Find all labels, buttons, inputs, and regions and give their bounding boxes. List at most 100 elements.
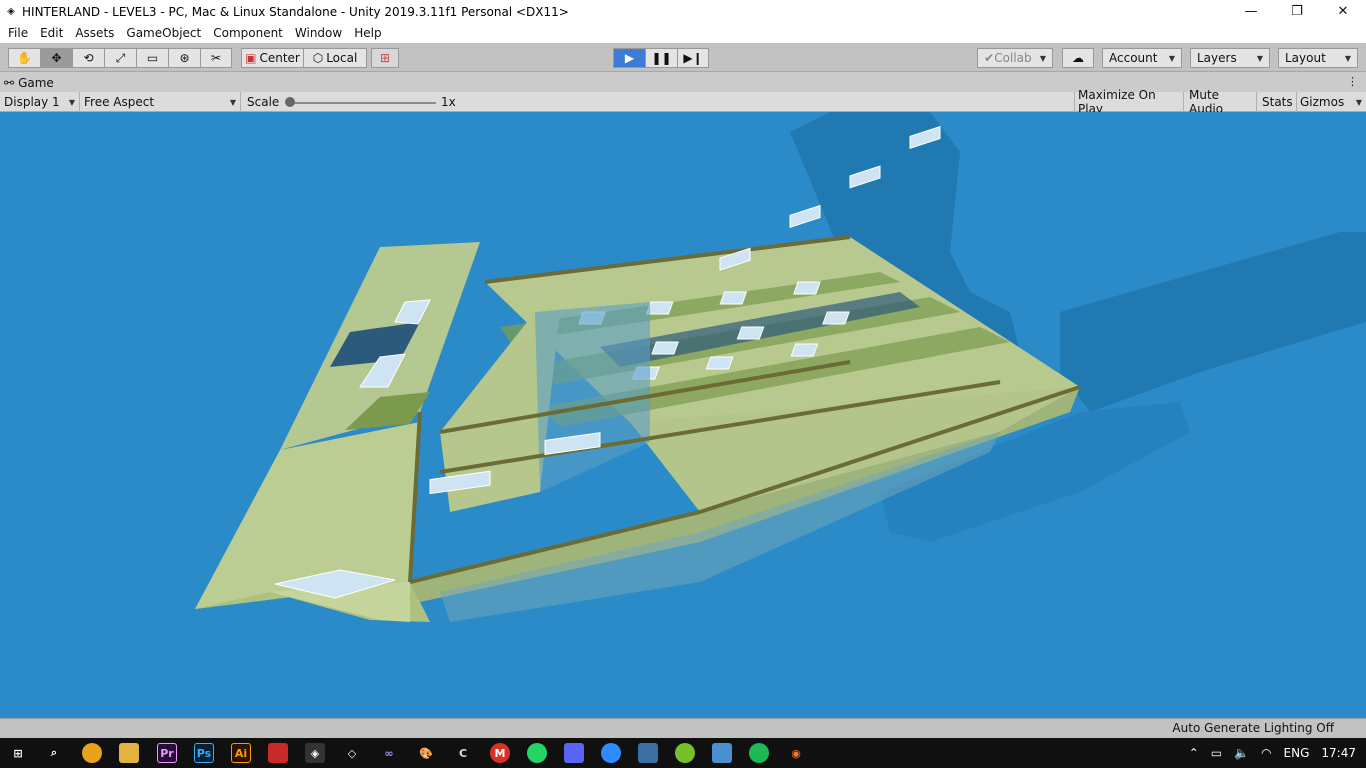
rect-tool-icon[interactable]: ▭ — [136, 48, 168, 68]
game-viewport[interactable] — [0, 112, 1366, 718]
transform-tools: ✋ ✥ ⟲ ⤢ ▭ ⊛ ✂ — [8, 48, 232, 68]
taskbar: ⊞ ⌕ Pr Ps Ai ◈ ◇ ∞ 🎨 C M ◉ ⌃ ▭ 🔈 ◠ ENG 1… — [0, 738, 1366, 768]
discord-icon[interactable] — [564, 743, 584, 763]
menu-assets[interactable]: Assets — [69, 26, 120, 40]
pause-button[interactable]: ❚❚ — [645, 48, 677, 68]
status-bar: Auto Generate Lighting Off — [0, 718, 1366, 738]
cube-icon: ⬡ — [312, 51, 324, 65]
illustrator-icon[interactable]: Ai — [231, 743, 251, 763]
clock[interactable]: 17:47 — [1321, 746, 1356, 760]
lighting-status[interactable]: Auto Generate Lighting Off — [1172, 721, 1334, 735]
facade-window — [789, 204, 821, 228]
roof-window — [719, 291, 748, 305]
aspect-dropdown[interactable]: Free Aspect ▼ — [80, 92, 241, 112]
dropdown-arrow-icon: ▼ — [1039, 53, 1046, 63]
gamepad-icon: ⚯ — [4, 76, 15, 90]
step-button[interactable]: ▶❙ — [677, 48, 709, 68]
unity-icon[interactable]: ◈ — [305, 743, 325, 763]
roof-window — [705, 356, 734, 370]
ccleaner-icon[interactable]: C — [453, 743, 473, 763]
pivot-toggles: ▣ Center ⬡ Local — [241, 48, 367, 68]
menu-edit[interactable]: Edit — [34, 26, 69, 40]
dropdown-arrow-icon: ▼ — [1168, 53, 1175, 63]
cloud-icon: ☁ — [1072, 51, 1084, 65]
collab-dropdown[interactable]: ✔ Collab ▼ — [977, 48, 1053, 68]
dropdown-arrow-icon: ▼ — [68, 97, 75, 107]
move-tool-icon[interactable]: ✥ — [40, 48, 72, 68]
main-toolbar: ✋ ✥ ⟲ ⤢ ▭ ⊛ ✂ ▣ Center ⬡ Local ⊞ ▶ ❚❚ ▶❙… — [0, 43, 1366, 72]
roof-window — [736, 326, 765, 340]
menu-file[interactable]: File — [2, 26, 34, 40]
whatsapp-icon[interactable] — [527, 743, 547, 763]
menu-component[interactable]: Component — [207, 26, 289, 40]
rotate-tool-icon[interactable]: ⟲ — [72, 48, 104, 68]
blender-icon[interactable]: ◉ — [786, 743, 806, 763]
menu-window[interactable]: Window — [289, 26, 348, 40]
chrome-icon[interactable] — [82, 743, 102, 763]
roof-window — [645, 301, 674, 315]
cloud-button[interactable]: ☁ — [1062, 48, 1094, 68]
maximize-button[interactable]: ❐ — [1274, 0, 1320, 23]
mute-audio-toggle[interactable]: Mute Audio — [1185, 88, 1257, 116]
pivot-local-button[interactable]: ⬡ Local — [303, 48, 367, 68]
zoom-icon[interactable] — [601, 743, 621, 763]
menu-bar: File Edit Assets GameObject Component Wi… — [0, 23, 1366, 43]
spotify-icon[interactable] — [749, 743, 769, 763]
unity-logo-icon: ◈ — [7, 6, 15, 17]
scale-tool-icon[interactable]: ⤢ — [104, 48, 136, 68]
menu-gameobject[interactable]: GameObject — [120, 26, 207, 40]
maximize-on-play-toggle[interactable]: Maximize On Play — [1074, 88, 1184, 116]
utorrent-icon[interactable] — [675, 743, 695, 763]
photoshop-icon[interactable]: Ps — [194, 743, 214, 763]
minimize-button[interactable]: — — [1228, 0, 1274, 23]
battery-icon[interactable]: ▭ — [1211, 746, 1222, 760]
premiere-icon[interactable]: Pr — [157, 743, 177, 763]
scale-slider-thumb[interactable] — [285, 97, 295, 107]
tab-menu-icon[interactable]: ⋮ — [1347, 75, 1358, 88]
file-explorer-icon[interactable] — [119, 743, 139, 763]
check-icon: ✔ — [984, 51, 995, 65]
stats-toggle[interactable]: Stats — [1258, 92, 1297, 112]
transform-tool-icon[interactable]: ⊛ — [168, 48, 200, 68]
display-dropdown[interactable]: Display 1 ▼ — [0, 92, 80, 112]
paint-icon[interactable]: 🎨 — [416, 743, 436, 763]
roof-window — [790, 343, 819, 357]
roof-window — [793, 281, 821, 295]
red-app-icon[interactable] — [268, 743, 288, 763]
dropdown-arrow-icon: ▼ — [229, 97, 236, 107]
volume-muted-icon[interactable]: 🔈 — [1234, 746, 1249, 760]
dropdown-arrow-icon: ▼ — [1355, 97, 1362, 107]
scale-slider-track[interactable] — [292, 102, 436, 104]
title-bar: ◈ HINTERLAND - LEVEL3 - PC, Mac & Linux … — [0, 0, 1366, 23]
visual-studio-icon[interactable]: ∞ — [379, 743, 399, 763]
chevron-up-icon[interactable]: ⌃ — [1189, 746, 1199, 760]
menu-help[interactable]: Help — [348, 26, 387, 40]
dropdown-arrow-icon: ▼ — [1344, 53, 1351, 63]
tab-game[interactable]: ⚯ Game — [4, 74, 54, 92]
gmail-icon[interactable]: M — [490, 743, 510, 763]
account-dropdown[interactable]: Account ▼ — [1102, 48, 1182, 68]
search-icon[interactable]: ⌕ — [44, 743, 64, 763]
dropdown-arrow-icon: ▼ — [1256, 53, 1263, 63]
window-title: HINTERLAND - LEVEL3 - PC, Mac & Linux St… — [22, 4, 569, 19]
layout-dropdown[interactable]: Layout ▼ — [1278, 48, 1358, 68]
play-button[interactable]: ▶ — [613, 48, 645, 68]
custom-tool-icon[interactable]: ✂ — [200, 48, 232, 68]
window-controls: — ❐ ✕ — [1228, 0, 1366, 23]
roof-window — [651, 341, 679, 355]
language-indicator[interactable]: ENG — [1284, 746, 1310, 760]
unity-hub-icon[interactable]: ◇ — [342, 743, 362, 763]
pivot-center-button[interactable]: ▣ Center — [241, 48, 303, 68]
gizmos-dropdown[interactable]: Gizmos ▼ — [1297, 92, 1366, 112]
building-render — [195, 112, 1366, 622]
shadow-slab — [1060, 232, 1366, 412]
grid-snap-icon[interactable]: ⊞ — [371, 48, 399, 68]
hand-tool-icon[interactable]: ✋ — [8, 48, 40, 68]
layers-dropdown[interactable]: Layers ▼ — [1190, 48, 1270, 68]
game-view-toolbar: Display 1 ▼ Free Aspect ▼ Scale 1x Maxim… — [0, 88, 1366, 116]
photos-icon[interactable] — [712, 743, 732, 763]
close-button[interactable]: ✕ — [1320, 0, 1366, 23]
windows-start-icon[interactable]: ⊞ — [8, 743, 28, 763]
wifi-icon[interactable]: ◠ — [1261, 746, 1271, 760]
news-icon[interactable] — [638, 743, 658, 763]
